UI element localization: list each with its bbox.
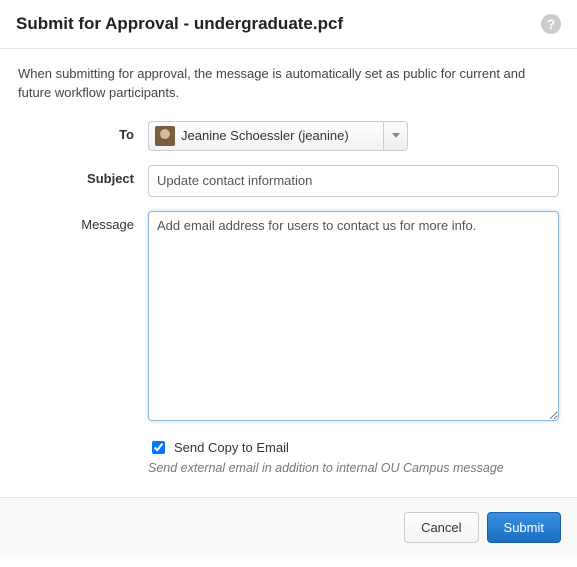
help-icon[interactable]: ?	[541, 14, 561, 34]
submit-approval-dialog: Submit for Approval - undergraduate.pcf …	[0, 0, 577, 557]
subject-row: Subject	[18, 165, 559, 197]
info-text: When submitting for approval, the messag…	[18, 65, 559, 103]
to-selected-value: Jeanine Schoessler (jeanine)	[149, 122, 383, 150]
dialog-footer: Cancel Submit	[0, 497, 577, 557]
to-selected-text: Jeanine Schoessler (jeanine)	[181, 128, 349, 143]
dialog-body: When submitting for approval, the messag…	[0, 49, 577, 497]
message-label: Message	[18, 211, 148, 232]
send-copy-checkbox[interactable]	[152, 441, 165, 454]
to-caret[interactable]	[383, 122, 407, 150]
to-row: To Jeanine Schoessler (jeanine)	[18, 121, 559, 151]
to-select[interactable]: Jeanine Schoessler (jeanine)	[148, 121, 408, 151]
sendcopy-row: Send Copy to Email Send external email i…	[18, 438, 559, 475]
to-label: To	[18, 121, 148, 142]
subject-input[interactable]	[148, 165, 559, 197]
cancel-button[interactable]: Cancel	[404, 512, 478, 543]
message-row: Message	[18, 211, 559, 424]
send-copy-label: Send Copy to Email	[174, 440, 289, 455]
send-copy-hint: Send external email in addition to inter…	[148, 461, 559, 475]
submit-button[interactable]: Submit	[487, 512, 561, 543]
avatar	[155, 126, 175, 146]
dialog-header: Submit for Approval - undergraduate.pcf …	[0, 0, 577, 49]
message-textarea[interactable]	[148, 211, 559, 421]
subject-label: Subject	[18, 165, 148, 186]
dialog-title: Submit for Approval - undergraduate.pcf	[16, 14, 343, 34]
chevron-down-icon	[392, 133, 400, 138]
send-copy-checkbox-wrap[interactable]: Send Copy to Email	[148, 438, 559, 457]
